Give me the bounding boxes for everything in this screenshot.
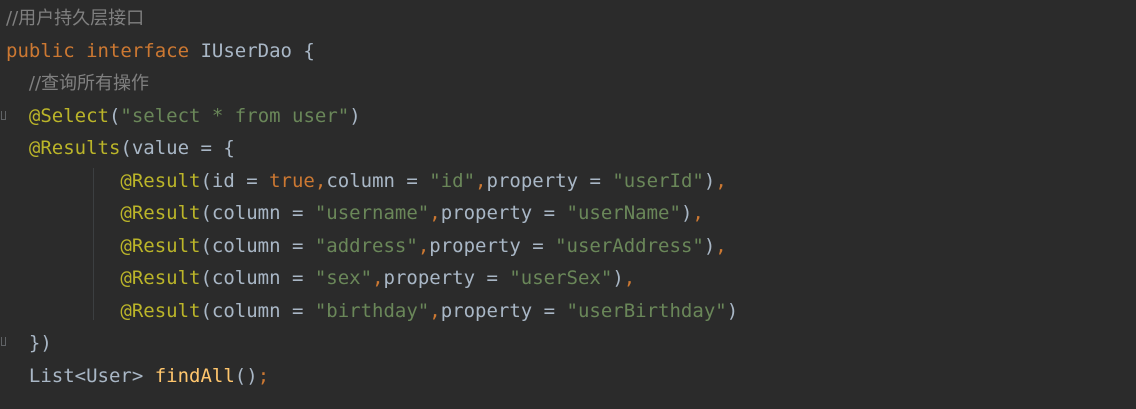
code-token-plain: )	[349, 105, 361, 127]
code-line[interactable]: })	[6, 328, 52, 358]
code-line[interactable]: List<User> findAll();	[6, 361, 269, 391]
code-token-plain: property =	[486, 170, 613, 192]
code-token-str: "birthday"	[314, 300, 430, 322]
code-token-plain: IUserDao {	[189, 40, 315, 62]
code-line[interactable]: @Result(id = true,column = "id",property…	[6, 166, 727, 196]
code-token-plain: )	[703, 235, 716, 257]
code-token-str: "select * from user"	[120, 105, 350, 127]
code-token-kw: ,	[417, 235, 430, 257]
code-token-kw: ,	[429, 202, 441, 224]
code-token-plain: )	[703, 170, 716, 192]
code-token-cmt: //用户持久层接口	[6, 8, 145, 29]
code-editor[interactable]: //用户持久层接口 public interface IUserDao { //查…	[0, 0, 1136, 409]
code-token-plain: property =	[383, 267, 510, 289]
code-token-ann: @Results	[28, 137, 121, 159]
code-token-plain: (column =	[200, 235, 315, 257]
code-token-plain: (column =	[200, 267, 315, 289]
code-token-plain: (column =	[200, 300, 315, 322]
code-token-plain: column =	[326, 170, 430, 192]
code-token-plain: )	[726, 300, 739, 322]
code-token-kw: ,	[314, 170, 327, 192]
code-token-ann: @Result	[120, 170, 201, 192]
code-token-kw: interface	[86, 40, 190, 62]
code-line[interactable]: //查询所有操作	[6, 68, 149, 98]
code-token-plain: )	[612, 267, 624, 289]
code-token-kw: ,	[715, 235, 727, 257]
code-token-ann: @Result	[120, 267, 201, 289]
code-token-str: "address"	[314, 235, 418, 257]
code-line[interactable]: public interface IUserDao {	[6, 36, 315, 66]
code-token-str: "userAddress"	[555, 235, 704, 257]
code-token-kw: ;	[257, 365, 270, 387]
code-token-str: "userBirthday"	[566, 300, 727, 322]
code-token-plain: (id =	[200, 170, 270, 192]
code-token-str: "id"	[429, 170, 476, 192]
code-line[interactable]: @Result(column = "username",property = "…	[6, 198, 704, 228]
code-token-kw: true	[269, 170, 315, 192]
code-token-kw: ,	[715, 170, 727, 192]
code-token-cmt: //查询所有操作	[28, 73, 150, 94]
code-token-kw: public	[6, 40, 75, 62]
code-token-plain: property =	[440, 202, 567, 224]
code-token-kw: ,	[692, 202, 704, 224]
code-line[interactable]: @Result(column = "sex",property = "userS…	[6, 263, 635, 293]
code-token-str: "sex"	[314, 267, 373, 289]
code-token-plain: (value = {	[120, 137, 235, 159]
code-token-str: "username"	[314, 202, 430, 224]
code-token-str: "userName"	[566, 202, 681, 224]
code-token-plain: ()	[234, 365, 258, 387]
code-token-plain: })	[6, 332, 52, 354]
code-token-str: "userId"	[612, 170, 704, 192]
code-token-kw: ,	[475, 170, 487, 192]
code-line[interactable]: @Result(column = "birthday",property = "…	[6, 296, 738, 326]
code-token-kw: ,	[372, 267, 384, 289]
code-token-plain: )	[680, 202, 693, 224]
code-line[interactable]: @Results(value = {	[6, 133, 235, 163]
code-line[interactable]: @Result(column = "address",property = "u…	[6, 231, 727, 261]
code-token-plain: property =	[440, 300, 567, 322]
code-token-plain: property =	[429, 235, 556, 257]
code-token-plain: (	[108, 105, 121, 127]
code-token-plain: (column =	[200, 202, 315, 224]
code-line[interactable]: //用户持久层接口	[6, 3, 144, 33]
code-token-kw: ,	[623, 267, 636, 289]
code-token-ann: @Select	[28, 105, 109, 127]
code-token-kw: ,	[429, 300, 441, 322]
code-token-fn: findAll	[154, 365, 235, 387]
code-token-plain: List<User>	[6, 365, 155, 387]
code-line[interactable]: @Select("select * from user")	[6, 101, 361, 131]
code-token-ann: @Result	[120, 300, 201, 322]
code-token-ann: @Result	[120, 235, 201, 257]
code-token-ann: @Result	[120, 202, 201, 224]
code-token-str: "userSex"	[509, 267, 613, 289]
